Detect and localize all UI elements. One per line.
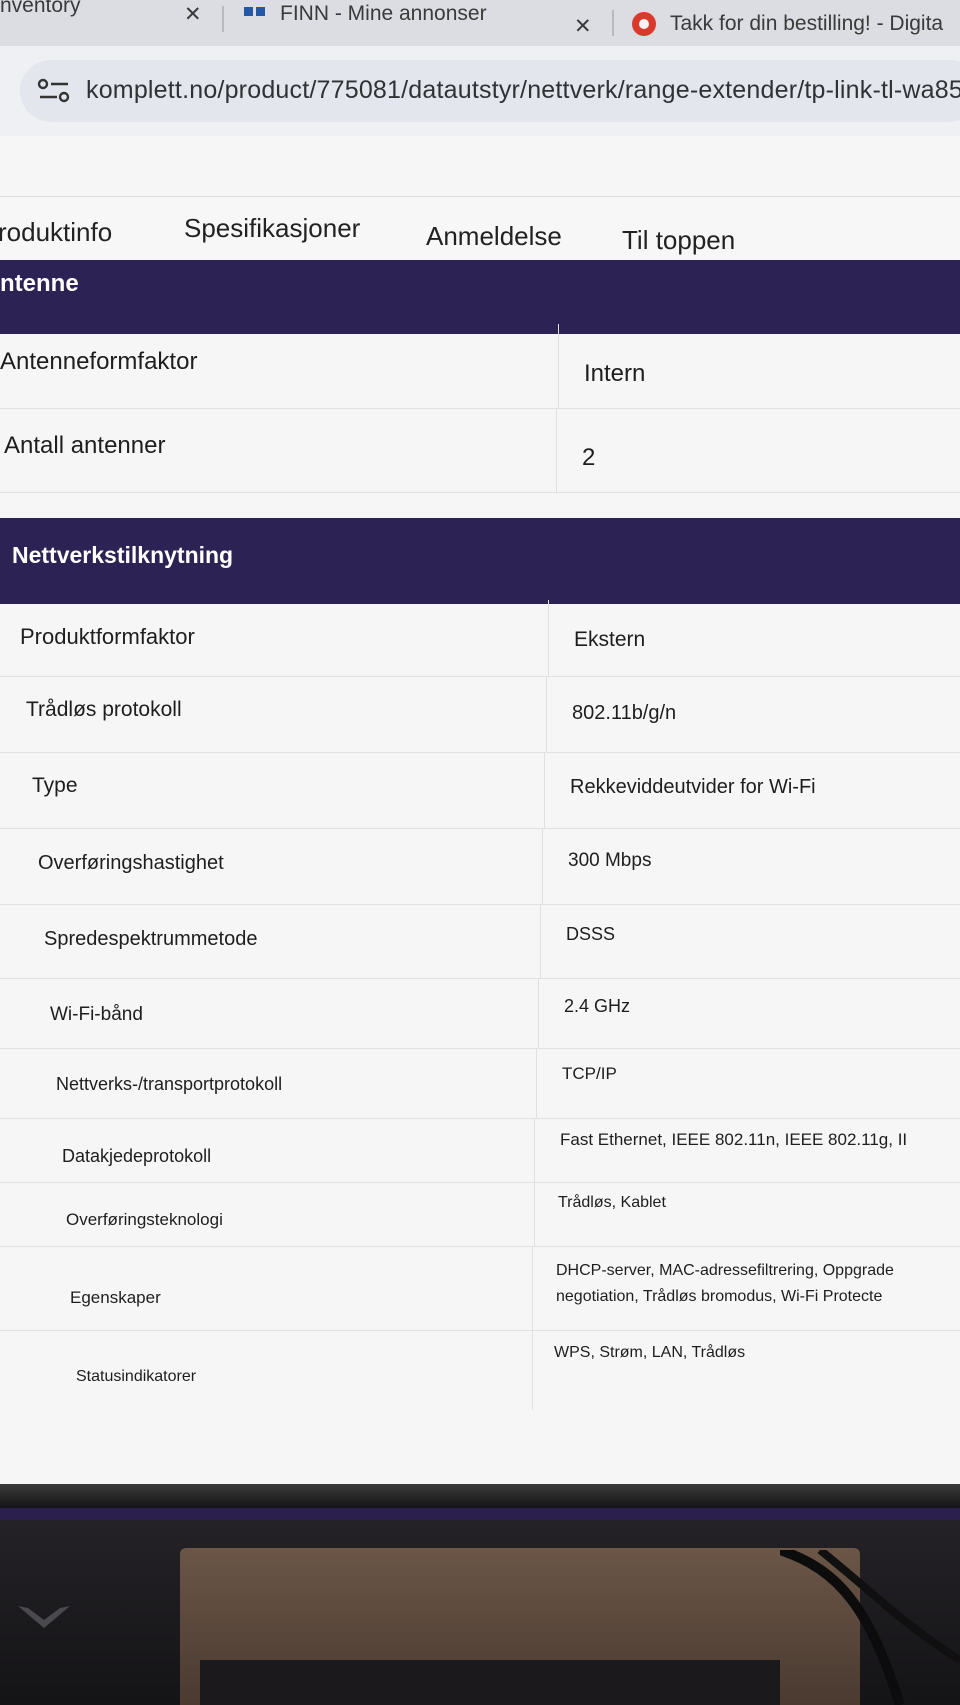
spec-value: DSSS bbox=[566, 924, 616, 944]
spec-row: Overføringsteknologi Trådløs, Kablet bbox=[0, 1182, 960, 1247]
spec-row: Type Rekkeviddeutvider for Wi-Fi bbox=[0, 752, 960, 829]
section-header-antenne: ntenne bbox=[0, 260, 960, 334]
spec-value: 300 Mbps bbox=[568, 850, 652, 871]
monitor-screen: nventory ✕ FINN - Mine annonser ✕ Takk f… bbox=[0, 0, 960, 1500]
spec-label: Produktformfaktor bbox=[20, 624, 195, 649]
spec-value: TCP/IP bbox=[562, 1064, 617, 1083]
spec-value: DHCP-server, MAC-adressefiltrering, Oppg… bbox=[556, 1258, 894, 1310]
spec-label: Antenneformfaktor bbox=[0, 348, 198, 375]
section-title: Nettverkstilknytning bbox=[12, 542, 234, 568]
monitor-bezel bbox=[0, 1484, 960, 1508]
column-divider bbox=[538, 978, 539, 1048]
tab-separator bbox=[222, 6, 224, 32]
column-divider bbox=[546, 676, 547, 752]
spec-label: Overføringsteknologi bbox=[66, 1210, 223, 1229]
spec-label: Egenskaper bbox=[70, 1288, 161, 1307]
column-divider bbox=[534, 1118, 535, 1182]
column-divider bbox=[548, 600, 549, 676]
desk-object bbox=[200, 1660, 780, 1705]
spec-row: Produktformfaktor Ekstern bbox=[0, 600, 960, 677]
spec-value: 2 bbox=[582, 444, 596, 471]
close-icon[interactable]: ✕ bbox=[574, 6, 592, 46]
spec-value-line: DHCP-server, MAC-adressefiltrering, Oppg… bbox=[556, 1262, 894, 1279]
tab-title: nventory bbox=[0, 0, 81, 17]
tab-title: Takk for din bestilling! - Digita bbox=[670, 12, 944, 35]
spec-value: 2.4 GHz bbox=[564, 996, 631, 1016]
spec-row: Antall antenner 2 bbox=[0, 408, 960, 493]
spec-row: Antenneformfaktor Intern bbox=[0, 324, 960, 409]
spec-label: Antall antenner bbox=[4, 432, 166, 459]
spec-label: Nettverks-/transportprotokoll bbox=[56, 1074, 283, 1094]
spec-row: Nettverks-/transportprotokoll TCP/IP bbox=[0, 1048, 960, 1119]
address-bar[interactable]: komplett.no/product/775081/datautstyr/ne… bbox=[20, 60, 960, 122]
column-divider bbox=[542, 828, 543, 904]
column-divider bbox=[536, 1048, 537, 1118]
spec-row: Trådløs protokoll 802.11b/g/n bbox=[0, 676, 960, 753]
spec-row: Overføringshastighet 300 Mbps bbox=[0, 828, 960, 905]
spec-label: Wi-Fi-bånd bbox=[50, 1004, 143, 1025]
tab-anmeldelse[interactable]: Anmeldelse bbox=[426, 221, 562, 252]
spec-value: Ekstern bbox=[574, 628, 646, 651]
spec-row: Egenskaper DHCP-server, MAC-adressefiltr… bbox=[0, 1246, 960, 1331]
column-divider bbox=[544, 752, 545, 828]
spec-label: Overføringshastighet bbox=[38, 852, 224, 874]
column-divider bbox=[558, 324, 559, 408]
cable-icon bbox=[780, 1550, 960, 1705]
spec-value: 802.11b/g/n bbox=[572, 702, 677, 724]
browser-tab-strip: nventory ✕ FINN - Mine annonser ✕ Takk f… bbox=[0, 0, 960, 46]
close-icon[interactable]: ✕ bbox=[184, 0, 202, 34]
spec-label: Datakjedeprotokoll bbox=[62, 1146, 212, 1166]
browser-tab-inventory[interactable]: nventory bbox=[0, 0, 130, 26]
tab-title: FINN - Mine annonser bbox=[280, 2, 487, 25]
spec-label: Type bbox=[32, 774, 78, 797]
spec-label: Trådløs protokoll bbox=[26, 698, 182, 721]
spec-value: Fast Ethernet, IEEE 802.11n, IEEE 802.11… bbox=[560, 1130, 908, 1149]
browser-toolbar: komplett.no/product/775081/datautstyr/ne… bbox=[0, 46, 960, 136]
spec-value: Rekkeviddeutvider for Wi-Fi bbox=[570, 776, 816, 798]
column-divider bbox=[532, 1246, 533, 1330]
spec-row: Datakjedeprotokoll Fast Ethernet, IEEE 8… bbox=[0, 1118, 960, 1183]
tab-produktinfo[interactable]: roduktinfo bbox=[0, 217, 112, 248]
tab-til-toppen[interactable]: Til toppen bbox=[622, 225, 735, 256]
tab-separator bbox=[612, 10, 614, 36]
product-page: roduktinfo Spesifikasjoner Anmeldelse Ti… bbox=[0, 136, 960, 1500]
finn-icon bbox=[244, 7, 266, 21]
tab-spesifikasjoner[interactable]: Spesifikasjoner bbox=[184, 213, 360, 244]
section-title: ntenne bbox=[0, 270, 79, 297]
section-header-nettverkstilknytning: Nettverkstilknytning bbox=[0, 518, 960, 604]
spec-label: Spredespektrummetode bbox=[44, 928, 258, 950]
spec-value-line: negotiation, Trådløs bromodus, Wi-Fi Pro… bbox=[556, 1288, 883, 1305]
browser-tab-finn[interactable]: FINN - Mine annonser bbox=[244, 0, 544, 34]
browser-tab-order[interactable]: Takk for din bestilling! - Digita bbox=[632, 4, 960, 44]
spec-row: Wi-Fi-bånd 2.4 GHz bbox=[0, 978, 960, 1049]
order-icon bbox=[632, 12, 656, 36]
column-divider bbox=[540, 904, 541, 978]
spec-value: WPS, Strøm, LAN, Trådløs bbox=[554, 1344, 746, 1361]
brand-logo-icon bbox=[18, 1606, 70, 1628]
spec-label: Statusindikatorer bbox=[76, 1368, 197, 1385]
spec-value: Trådløs, Kablet bbox=[558, 1194, 666, 1211]
spec-row: Spredespektrummetode DSSS bbox=[0, 904, 960, 979]
site-settings-icon[interactable] bbox=[36, 76, 72, 106]
spec-row: Statusindikatorer WPS, Strøm, LAN, Trådl… bbox=[0, 1330, 960, 1410]
column-divider bbox=[556, 408, 557, 492]
column-divider bbox=[532, 1330, 533, 1410]
spec-value: Intern bbox=[584, 360, 646, 387]
column-divider bbox=[534, 1182, 535, 1246]
url-text: komplett.no/product/775081/datautstyr/ne… bbox=[86, 76, 960, 104]
